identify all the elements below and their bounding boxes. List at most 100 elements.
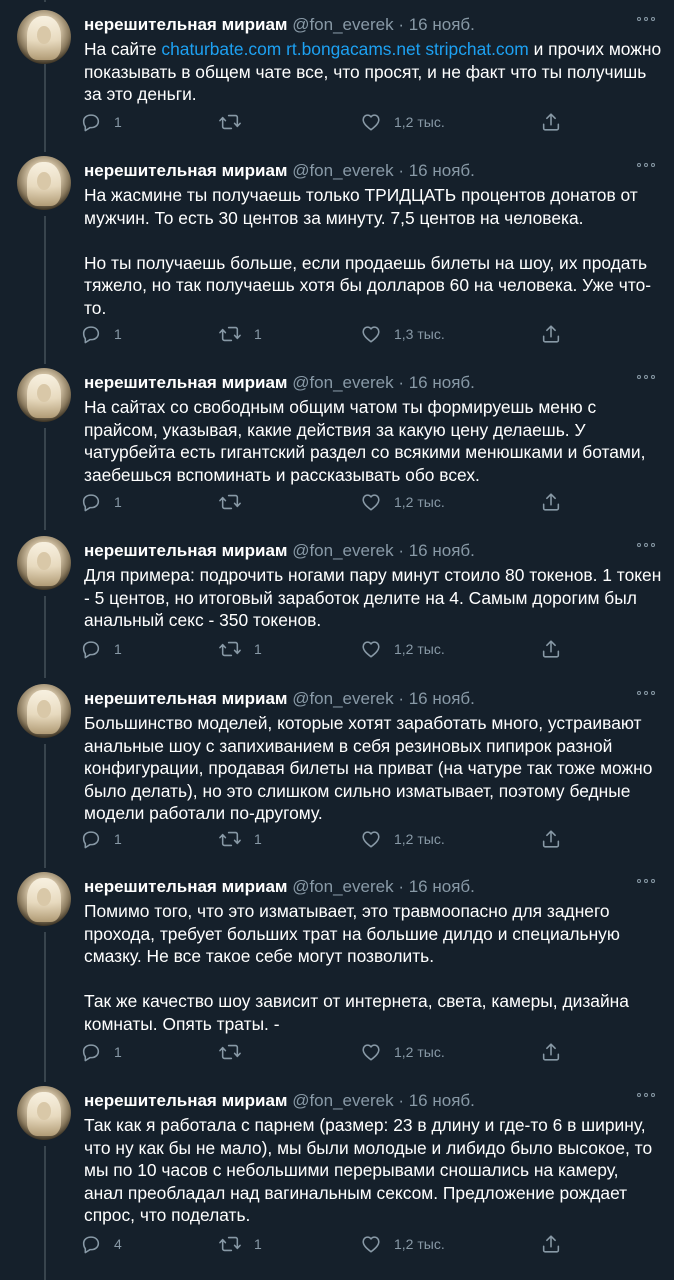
reply-count: 1 (114, 494, 122, 510)
paragraph: Так же качество шоу зависит от интернета… (84, 991, 634, 1034)
author-handle[interactable]: @fon_everek (292, 877, 393, 896)
share-button[interactable] (540, 826, 562, 852)
avatar[interactable] (17, 872, 71, 926)
tweet-header: нерешительная мириам @fon_everek · 16 но… (84, 876, 475, 898)
like-button[interactable]: 1,2 тыс. (360, 1231, 445, 1257)
author-name[interactable]: нерешительная мириам (84, 541, 287, 560)
more-options-icon[interactable] (637, 372, 659, 382)
tweet-actions: 1 1 1,2 тыс. (80, 636, 580, 662)
retweet-button[interactable]: 1 (218, 826, 262, 852)
retweet-icon (219, 831, 241, 847)
tweet-date[interactable]: 16 нояб. (409, 689, 475, 708)
retweet-button[interactable] (218, 489, 254, 515)
retweet-button[interactable]: 1 (218, 1231, 262, 1257)
share-icon (542, 640, 560, 658)
share-button[interactable] (540, 109, 562, 135)
like-button[interactable]: 1,2 тыс. (360, 1039, 445, 1065)
share-icon (542, 830, 560, 848)
share-button[interactable] (540, 1231, 562, 1257)
retweet-icon (219, 326, 241, 342)
author-name[interactable]: нерешительная мириам (84, 15, 287, 34)
share-button[interactable] (540, 489, 562, 515)
separator: · (398, 689, 404, 708)
heart-icon (362, 1236, 380, 1253)
avatar[interactable] (17, 1086, 71, 1140)
tweet-text: На жасмине ты получаешь только ТРИДЦАТЬ … (84, 184, 662, 320)
author-name[interactable]: нерешительная мириам (84, 161, 287, 180)
avatar[interactable] (17, 368, 71, 422)
tweet-date[interactable]: 16 нояб. (409, 373, 475, 392)
author-handle[interactable]: @fon_everek (292, 373, 393, 392)
reply-icon (82, 641, 100, 659)
more-options-icon[interactable] (637, 14, 659, 24)
tweet-date[interactable]: 16 нояб. (409, 541, 475, 560)
reply-button[interactable]: 1 (80, 826, 122, 852)
retweet-button[interactable]: 1 (218, 321, 262, 347)
author-handle[interactable]: @fon_everek (292, 1091, 393, 1110)
like-button[interactable]: 1,2 тыс. (360, 826, 445, 852)
retweet-count: 1 (254, 831, 262, 847)
heart-icon (362, 641, 380, 658)
heart-icon (362, 831, 380, 848)
link-bongacams[interactable]: rt.bongacams.net (286, 39, 420, 59)
link-chaturbate[interactable]: chaturbate.com (161, 39, 281, 59)
separator: · (398, 877, 404, 896)
share-icon (542, 325, 560, 343)
tweet-text: На сайте chaturbate.com rt.bongacams.net… (84, 38, 662, 106)
more-options-icon[interactable] (637, 1090, 659, 1100)
tweet-date[interactable]: 16 нояб. (409, 15, 475, 34)
like-button[interactable]: 1,3 тыс. (360, 321, 445, 347)
author-handle[interactable]: @fon_everek (292, 15, 393, 34)
reply-button[interactable]: 1 (80, 636, 122, 662)
reply-icon (82, 1044, 100, 1062)
reply-count: 1 (114, 831, 122, 847)
more-options-icon[interactable] (637, 160, 659, 170)
separator: · (398, 15, 404, 34)
retweet-icon (219, 1236, 241, 1252)
avatar[interactable] (17, 684, 71, 738)
more-options-icon[interactable] (637, 876, 659, 886)
like-button[interactable]: 1,2 тыс. (360, 489, 445, 515)
tweet-date[interactable]: 16 нояб. (409, 1091, 475, 1110)
author-name[interactable]: нерешительная мириам (84, 689, 287, 708)
tweet-header: нерешительная мириам @fon_everek · 16 но… (84, 14, 475, 36)
author-name[interactable]: нерешительная мириам (84, 1091, 287, 1110)
reply-count: 1 (114, 114, 122, 130)
share-button[interactable] (540, 1039, 562, 1065)
paragraph: Так как я работала с парнем (размер: 23 … (84, 1115, 657, 1226)
like-button[interactable]: 1,2 тыс. (360, 109, 445, 135)
author-handle[interactable]: @fon_everek (292, 541, 393, 560)
author-handle[interactable]: @fon_everek (292, 689, 393, 708)
link-stripchat[interactable]: stripchat.com (425, 39, 528, 59)
reply-button[interactable]: 1 (80, 1039, 122, 1065)
share-button[interactable] (540, 636, 562, 662)
reply-count: 1 (114, 641, 122, 657)
tweet-text: Для примера: подрочить ногами пару минут… (84, 564, 662, 632)
author-handle[interactable]: @fon_everek (292, 161, 393, 180)
tweet-date[interactable]: 16 нояб. (409, 877, 475, 896)
reply-button[interactable]: 1 (80, 109, 122, 135)
avatar[interactable] (17, 10, 71, 64)
avatar[interactable] (17, 156, 71, 210)
thread-line (44, 1146, 46, 1280)
reply-button[interactable]: 1 (80, 489, 122, 515)
tweet-actions: 4 1 1,2 тыс. (80, 1231, 580, 1257)
like-button[interactable]: 1,2 тыс. (360, 636, 445, 662)
author-name[interactable]: нерешительная мириам (84, 373, 287, 392)
reply-icon (82, 326, 100, 344)
retweet-button[interactable]: 1 (218, 636, 262, 662)
retweet-button[interactable] (218, 109, 254, 135)
author-name[interactable]: нерешительная мириам (84, 877, 287, 896)
paragraph: Но ты получаешь больше, если продаешь би… (84, 252, 652, 318)
tweet-date[interactable]: 16 нояб. (409, 161, 475, 180)
reply-button[interactable]: 1 (80, 321, 122, 347)
more-options-icon[interactable] (637, 540, 659, 550)
separator: · (398, 373, 404, 392)
more-options-icon[interactable] (637, 688, 659, 698)
retweet-button[interactable] (218, 1039, 254, 1065)
paragraph: Большинство моделей, которые хотят зараб… (84, 713, 658, 824)
reply-button[interactable]: 4 (80, 1231, 122, 1257)
share-button[interactable] (540, 321, 562, 347)
avatar[interactable] (17, 536, 71, 590)
tweet-actions: 1 1,2 тыс. (80, 1039, 580, 1065)
